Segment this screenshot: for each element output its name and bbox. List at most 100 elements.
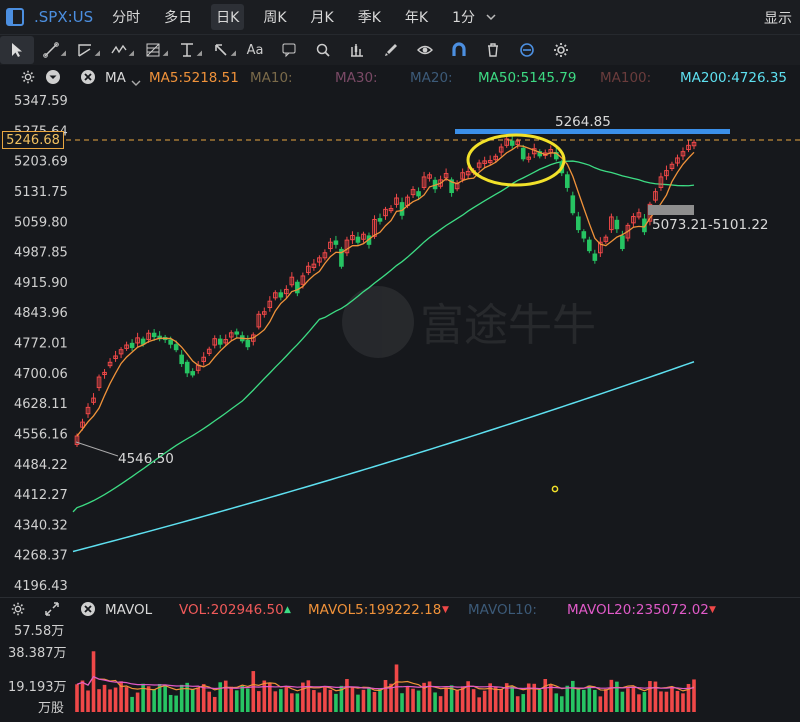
brush-icon[interactable] <box>374 36 408 64</box>
mavol-label[interactable]: MAVOL <box>105 602 152 618</box>
volume-bar <box>559 696 564 712</box>
gap-marker <box>648 205 694 215</box>
volume-bar <box>637 694 641 712</box>
candle-body <box>564 174 570 188</box>
volume-bars <box>75 651 696 712</box>
indicator-icon[interactable] <box>340 36 374 64</box>
vol-tick-2: 38.387万 <box>8 646 67 661</box>
panel-toggle-icon[interactable] <box>6 8 24 26</box>
volume-bar <box>444 687 448 712</box>
candle-body <box>245 339 251 348</box>
volume-bar <box>345 679 349 712</box>
period-quarterly[interactable]: 季K <box>353 4 386 30</box>
expand-icon[interactable] <box>44 601 60 621</box>
candle-body <box>333 240 339 245</box>
volume-bar <box>334 693 338 712</box>
volume-bar <box>323 687 327 712</box>
volume-bar <box>405 686 410 712</box>
close-icon[interactable] <box>80 69 96 89</box>
volume-bar <box>130 696 134 712</box>
settings-gear-icon[interactable] <box>20 69 36 89</box>
wave-tool-icon[interactable]: ◢ <box>102 36 136 64</box>
volume-bar <box>268 683 272 712</box>
ma200-value: MA200:4726.35 <box>680 70 788 86</box>
magnet-icon[interactable] <box>442 36 476 64</box>
settings-gear-icon[interactable] <box>10 601 26 621</box>
volume-bar <box>626 688 630 712</box>
volume-bar <box>168 694 173 712</box>
period-yearly[interactable]: 年K <box>400 4 433 30</box>
volume-bar <box>190 689 195 712</box>
volume-bar <box>670 686 674 712</box>
period-intraday[interactable]: 分时 <box>107 4 145 30</box>
candle-body <box>129 342 135 349</box>
price-tick: 4700.06 <box>14 367 68 382</box>
volume-bar <box>91 651 96 712</box>
volume-bar <box>477 697 481 712</box>
arrow-tool-icon[interactable]: ◢ <box>204 36 238 64</box>
visibility-eye-icon[interactable] <box>408 36 442 64</box>
period-weekly[interactable]: 周K <box>258 4 291 30</box>
chevron-down-icon[interactable] <box>131 75 141 91</box>
candle-body <box>416 191 421 197</box>
volume-bar <box>234 690 239 712</box>
volume-bar <box>400 693 404 712</box>
mavol10-value: MAVOL10: <box>468 602 537 618</box>
volume-bar <box>582 689 586 712</box>
candle-body <box>377 218 383 222</box>
volume-bar <box>521 694 526 712</box>
volume-bar <box>356 694 360 712</box>
period-daily[interactable]: 日K <box>211 4 245 30</box>
sync-icon[interactable] <box>510 36 544 64</box>
volume-chart[interactable]: 57.58万 38.387万 19.193万 万股 <box>0 620 800 720</box>
volume-bar <box>185 682 189 712</box>
collapse-toggle-icon[interactable] <box>45 69 61 89</box>
volume-bar <box>306 680 311 712</box>
volume-bar <box>548 684 553 712</box>
candle-body <box>168 339 173 345</box>
ma-label[interactable]: MA <box>105 70 126 86</box>
period-1min[interactable]: 1分 <box>447 4 480 30</box>
display-button[interactable]: 显示 <box>764 8 792 28</box>
close-icon[interactable] <box>80 601 96 621</box>
candle-body <box>581 231 587 239</box>
mavol20-value: MAVOL20:235072.02 <box>567 602 709 618</box>
comment-icon[interactable] <box>272 36 306 64</box>
trash-icon[interactable] <box>476 36 510 64</box>
volume-bar <box>664 691 669 712</box>
cursor-arrow-icon[interactable] <box>0 36 34 64</box>
fib-grid-icon[interactable]: ◢ <box>136 36 170 64</box>
candle-body <box>614 219 620 230</box>
horizontal-line-icon[interactable]: ◢ <box>170 36 204 64</box>
price-tick: 4556.16 <box>14 427 68 442</box>
volume-bar <box>455 689 459 712</box>
volume-bar <box>543 679 548 712</box>
text-tool-icon[interactable]: Aa <box>238 36 272 64</box>
symbol-label[interactable]: .SPX:US <box>34 8 93 26</box>
ma5-value: MA5:5218.51 <box>149 70 239 86</box>
candle-body <box>592 253 598 261</box>
search-icon[interactable] <box>306 36 340 64</box>
polyline-tool-icon[interactable]: ◢ <box>68 36 102 64</box>
chevron-down-icon[interactable] <box>486 10 496 24</box>
volume-bar <box>229 686 234 712</box>
period-monthly[interactable]: 月K <box>306 4 339 30</box>
current-price-tag: 5246.68 <box>2 131 64 149</box>
price-tick: 5131.75 <box>14 185 68 200</box>
price-chart[interactable]: 富途牛牛 5347.595275.645203.695131.755059.80… <box>0 90 800 598</box>
vol-tick-1: 57.58万 <box>14 624 64 639</box>
period-multiday[interactable]: 多日 <box>159 4 197 30</box>
volume-bar <box>631 687 636 712</box>
volume-bar <box>80 680 85 712</box>
candle-body <box>587 239 592 252</box>
volume-legend-bar: MAVOL VOL:202946.50 ▲ MAVOL5:199222.18 ▼… <box>0 598 800 620</box>
candle-body <box>217 338 223 345</box>
settings-gear-icon[interactable] <box>544 36 578 64</box>
volume-bar <box>378 688 382 712</box>
volume-bar <box>312 690 316 712</box>
volume-bar <box>102 684 107 712</box>
line-tool-icon[interactable]: ◢ <box>34 36 68 64</box>
volume-bar <box>328 689 333 712</box>
volume-bar <box>174 695 178 712</box>
volume-bar <box>471 689 476 712</box>
